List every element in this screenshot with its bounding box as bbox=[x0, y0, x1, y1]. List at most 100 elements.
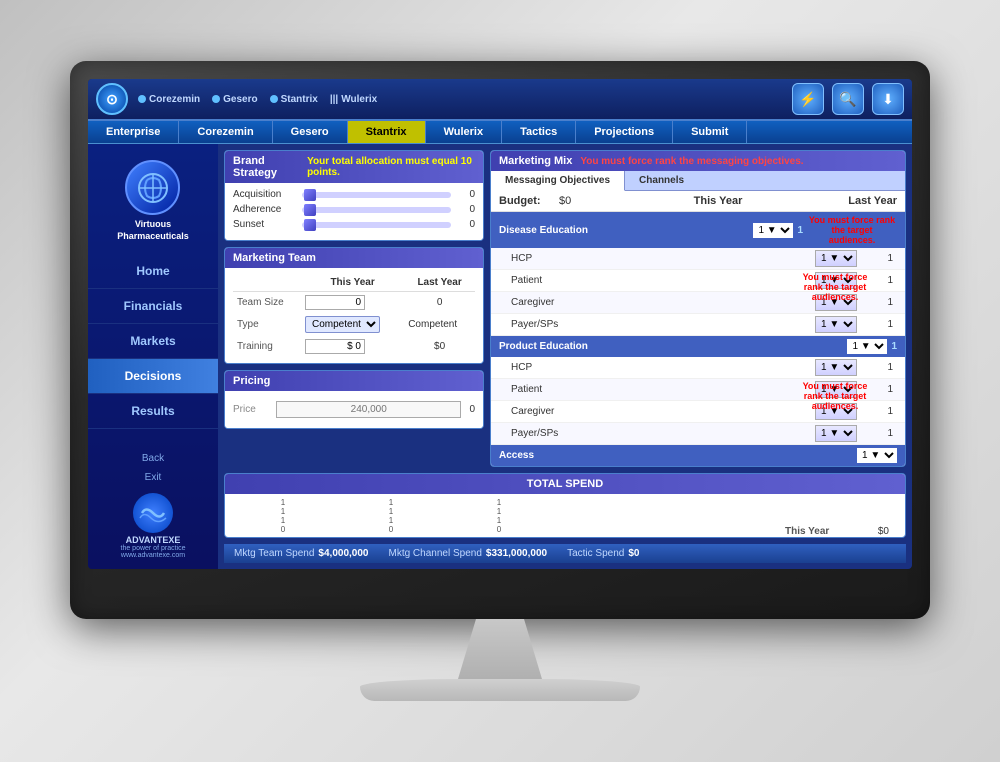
product-education-rank[interactable]: 1 ▼2 bbox=[847, 339, 887, 354]
disease-education-rank[interactable]: 1 ▼23 bbox=[753, 223, 793, 238]
advantexe-wave-icon bbox=[138, 498, 168, 528]
search-icon-btn[interactable]: 🔍 bbox=[832, 83, 864, 115]
slider-acquisition-value: 0 bbox=[455, 189, 475, 200]
total-spend-header: TOTAL SPEND bbox=[225, 474, 905, 494]
type-label: Type bbox=[233, 313, 301, 336]
monitor-shell: ⊙ Corezemin Gesero Stantri bbox=[70, 61, 930, 701]
sidebar-item-financials[interactable]: Financials bbox=[88, 289, 218, 324]
mktg-team-key: Mktg Team Spend bbox=[234, 548, 314, 559]
lightning-icon-btn[interactable]: ⚡ bbox=[792, 83, 824, 115]
channels-bars bbox=[459, 536, 539, 538]
col-this-year: This Year bbox=[301, 274, 404, 292]
training-last-year: $0 bbox=[404, 336, 475, 357]
advantexe-url: www.advantexe.com bbox=[121, 552, 185, 559]
disease-hcp-rank[interactable]: 1 ▼2 bbox=[815, 250, 857, 267]
sidebar-item-results[interactable]: Results bbox=[88, 394, 218, 429]
monitor-screen: ⊙ Corezemin Gesero Stantri bbox=[88, 79, 912, 569]
slider-adherence-thumb[interactable] bbox=[304, 204, 316, 216]
back-button[interactable]: Back bbox=[92, 449, 214, 468]
access-rank[interactable]: 1 ▼2 bbox=[857, 448, 897, 463]
menu-projections[interactable]: Projections bbox=[576, 121, 673, 143]
disease-hcp-label: HCP bbox=[511, 253, 815, 264]
brand-strategy-header: Brand Strategy Your total allocation mus… bbox=[225, 151, 483, 183]
product-caregiver-label: Caregiver bbox=[511, 406, 815, 417]
menu-gesero[interactable]: Gesero bbox=[273, 121, 348, 143]
brand-strategy-panel: Brand Strategy Your total allocation mus… bbox=[224, 150, 484, 241]
tactic-value: $0 bbox=[628, 548, 639, 559]
exit-button[interactable]: Exit bbox=[92, 468, 214, 487]
budget-row: Budget: $0 This Year Last Year bbox=[491, 191, 905, 212]
slider-acquisition-track[interactable] bbox=[302, 192, 451, 198]
this-year-value: $0 bbox=[878, 526, 889, 537]
menu-stantrix[interactable]: Stantrix bbox=[348, 121, 426, 143]
sidebar-bottom: Back Exit ADVANTEXE the p bbox=[88, 445, 218, 569]
spend-values: This Year $0 Last Year $0 bbox=[777, 498, 897, 538]
content-columns: Brand Strategy Your total allocation mus… bbox=[224, 150, 906, 467]
slider-sunset-track[interactable] bbox=[302, 222, 451, 228]
drug-stantrix[interactable]: Stantrix bbox=[270, 94, 318, 105]
slider-adherence-label: Adherence bbox=[233, 204, 298, 215]
tab-messaging-objectives[interactable]: Messaging Objectives bbox=[491, 171, 625, 191]
mini-chart-team: 1110 Marketing Team bbox=[233, 498, 333, 538]
disease-education-label: Disease Education bbox=[499, 225, 588, 236]
team-size-label: Team Size bbox=[233, 292, 301, 314]
total-spend-panel: TOTAL SPEND 1110 Marketin bbox=[224, 473, 906, 538]
top-nav-bar: ⊙ Corezemin Gesero Stantri bbox=[88, 79, 912, 121]
stantrix-dot bbox=[270, 95, 278, 103]
monitor-stand-neck bbox=[440, 619, 560, 679]
download-icon-btn[interactable]: ⬇ bbox=[872, 83, 904, 115]
this-year-label: This Year bbox=[785, 526, 829, 537]
pricing-title: Pricing bbox=[233, 375, 270, 387]
menu-tactics[interactable]: Tactics bbox=[502, 121, 576, 143]
team-size-input[interactable] bbox=[305, 295, 365, 310]
disease-patient-label: Patient bbox=[511, 275, 815, 286]
pricing-header: Pricing bbox=[225, 371, 483, 391]
tab-channels[interactable]: Channels bbox=[625, 171, 698, 190]
price-input[interactable] bbox=[276, 401, 461, 418]
slider-sunset-value: 0 bbox=[455, 219, 475, 230]
sidebar-item-markets[interactable]: Markets bbox=[88, 324, 218, 359]
sidebar-item-home[interactable]: Home bbox=[88, 254, 218, 289]
sidebar-item-decisions[interactable]: Decisions bbox=[88, 359, 218, 394]
type-last-year: Competent bbox=[404, 313, 475, 336]
disease-payer-rank[interactable]: 1 ▼2 bbox=[815, 316, 857, 333]
wulerix-icon: ||| bbox=[330, 94, 338, 105]
product-patient-row: Patient 1 ▼2 1 You must force rank the t… bbox=[491, 379, 905, 401]
menu-enterprise[interactable]: Enterprise bbox=[88, 121, 179, 143]
slider-adherence-track[interactable] bbox=[302, 207, 451, 213]
table-row: Type Competent Expert bbox=[233, 313, 475, 336]
slider-sunset-label: Sunset bbox=[233, 219, 298, 230]
menu-bar: Enterprise Corezemin Gesero Stantrix Wul… bbox=[88, 121, 912, 144]
budget-last-year-label: Last Year bbox=[827, 195, 897, 207]
marketing-team-panel: Marketing Team This Year bbox=[224, 247, 484, 364]
table-row: Training $0 bbox=[233, 336, 475, 357]
product-hcp-rank[interactable]: 1 ▼2 bbox=[815, 359, 857, 376]
tactics-bars bbox=[385, 536, 397, 538]
menu-corezemin[interactable]: Corezemin bbox=[179, 121, 272, 143]
product-payer-rank[interactable]: 1 ▼2 bbox=[815, 425, 857, 442]
col-last-year: Last Year bbox=[404, 274, 475, 292]
menu-wulerix[interactable]: Wulerix bbox=[426, 121, 503, 143]
pricing-body: Price 0 bbox=[225, 391, 483, 428]
marketing-mix-body: Disease Education 1 ▼23 1 You must force… bbox=[491, 212, 905, 466]
product-education-last-year: 1 bbox=[891, 341, 897, 352]
training-input[interactable] bbox=[305, 339, 365, 354]
app-container: ⊙ Corezemin Gesero Stantri bbox=[88, 79, 912, 569]
product-hcp-last-year: 1 bbox=[857, 362, 897, 373]
disease-payer-row: Payer/SPs 1 ▼2 1 bbox=[491, 314, 905, 336]
slider-acquisition: Acquisition 0 bbox=[233, 189, 475, 200]
slider-sunset-thumb[interactable] bbox=[304, 219, 316, 231]
company-name: Virtuous Pharmaceuticals bbox=[117, 219, 189, 242]
drug-gesero[interactable]: Gesero bbox=[212, 94, 257, 105]
marketing-mix-tabs: Messaging Objectives Channels bbox=[491, 171, 905, 191]
slider-acquisition-thumb[interactable] bbox=[304, 189, 316, 201]
type-select[interactable]: Competent Expert bbox=[305, 316, 380, 333]
content-area: Brand Strategy Your total allocation mus… bbox=[218, 144, 912, 569]
disease-payer-label: Payer/SPs bbox=[511, 319, 815, 330]
status-mktg-team: Mktg Team Spend $4,000,000 bbox=[234, 548, 368, 559]
drug-wulerix[interactable]: ||| Wulerix bbox=[330, 94, 377, 105]
menu-submit[interactable]: Submit bbox=[673, 121, 747, 143]
tactic-key: Tactic Spend bbox=[567, 548, 624, 559]
drug-corezemin[interactable]: Corezemin bbox=[138, 94, 200, 105]
mini-chart-tactics: 1110 Tactics bbox=[341, 498, 441, 538]
